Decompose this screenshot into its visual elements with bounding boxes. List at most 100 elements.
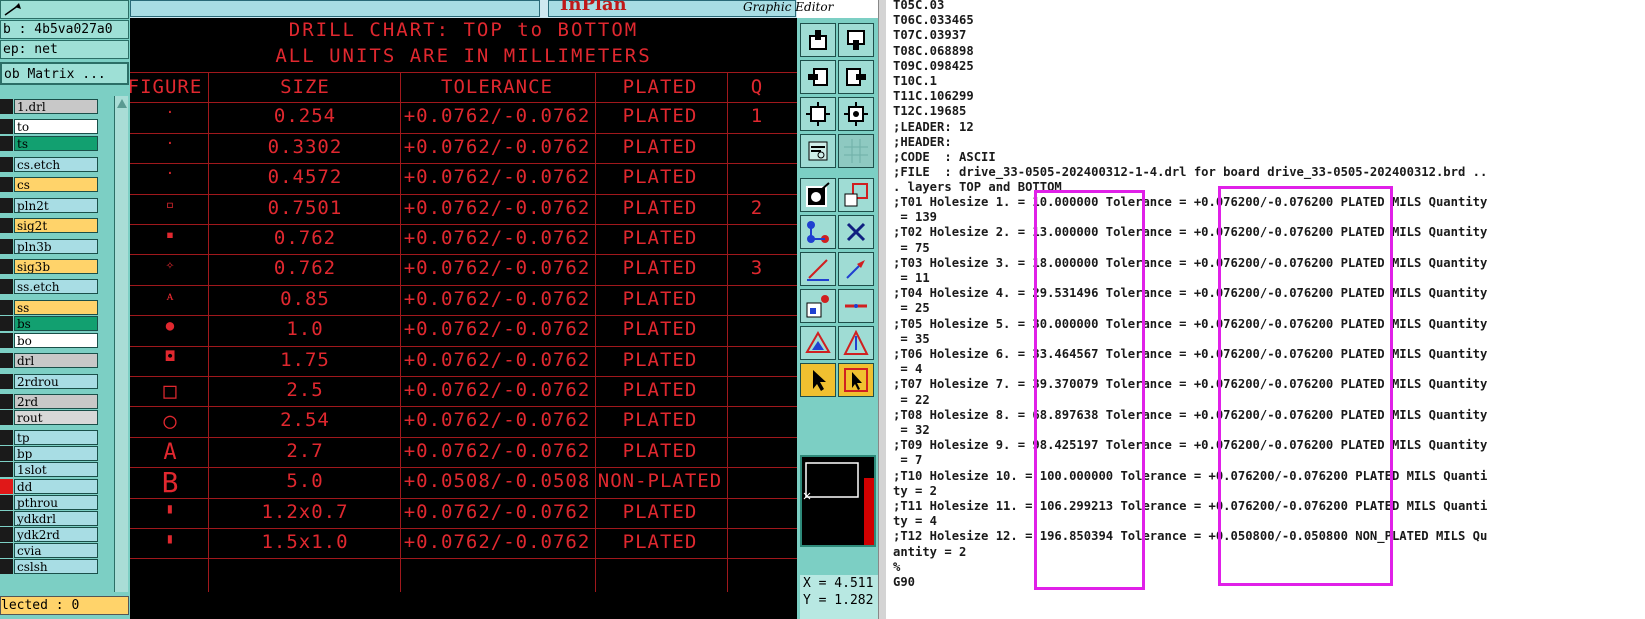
layer-item[interactable]: bo xyxy=(14,333,98,348)
drill-figure-symbol: · xyxy=(165,166,175,182)
drill-tol-cell: +0.0762/-0.0762 xyxy=(403,409,591,431)
layer-swatch[interactable] xyxy=(0,279,13,294)
text-line: T07C.03937 xyxy=(893,28,967,43)
draw-line-icon[interactable] xyxy=(800,252,836,286)
add-surface-icon[interactable] xyxy=(800,289,836,323)
scroll-up-icon[interactable] xyxy=(116,98,128,110)
layer-swatch[interactable] xyxy=(0,239,13,254)
layer-swatch[interactable] xyxy=(0,410,13,425)
layer-item[interactable]: pln2t xyxy=(14,198,98,213)
layer-item[interactable]: ss.etch xyxy=(14,279,98,294)
layer-item[interactable]: pln3b xyxy=(14,239,98,254)
text-line: T08C.068898 xyxy=(893,43,974,58)
layer-item[interactable]: 1.drl xyxy=(14,99,98,114)
triangle-tool-icon[interactable] xyxy=(800,326,836,360)
layer-swatch[interactable] xyxy=(0,136,13,151)
layer-swatch[interactable] xyxy=(0,479,13,494)
drill-size-cell: 0.85 xyxy=(280,288,330,310)
pointer-tool-icon[interactable] xyxy=(800,363,836,397)
layer-swatch[interactable] xyxy=(0,543,13,558)
layer-swatch[interactable] xyxy=(0,430,13,445)
horizontal-line-icon[interactable] xyxy=(838,289,874,323)
drill-figure-symbol: ◘ xyxy=(165,349,175,365)
layer-item[interactable]: cslsh xyxy=(14,559,98,574)
layer-list: 1.drl to ts cs.etch cs pln2t sig2t pln3b sig3b ss… xyxy=(0,96,130,592)
layer-item[interactable]: bp xyxy=(14,446,98,461)
layer-list-scrollbar[interactable] xyxy=(114,96,128,592)
layer-swatch[interactable] xyxy=(0,99,13,114)
layer-swatch[interactable] xyxy=(0,527,13,542)
measure-tools-icon[interactable] xyxy=(800,134,836,168)
layer-swatch[interactable] xyxy=(0,511,13,526)
layer-item[interactable]: sig2t xyxy=(14,218,98,233)
layer-swatch[interactable] xyxy=(0,374,13,389)
zoom-fit-icon[interactable] xyxy=(800,97,836,131)
layer-swatch[interactable] xyxy=(0,495,13,510)
top-tab-left[interactable] xyxy=(130,0,540,17)
cursor-coordinates: X = 4.511 Y = 1.282 xyxy=(800,575,878,619)
job-matrix-button[interactable]: ob Matrix ... xyxy=(0,62,129,85)
layer-item[interactable]: cvia xyxy=(14,543,98,558)
layer-swatch[interactable] xyxy=(0,259,13,274)
chart-row-line xyxy=(130,285,797,286)
layer-swatch[interactable] xyxy=(0,198,13,213)
layer-swatch[interactable] xyxy=(0,394,13,409)
layer-item[interactable]: 2rdrou xyxy=(14,374,98,389)
drill-chart-title: DRILL CHART: TOP to BOTTOM xyxy=(288,19,639,41)
layer-swatch[interactable] xyxy=(0,462,13,477)
drill-plated-cell: PLATED xyxy=(622,440,698,462)
layer-item[interactable]: ydkdrl xyxy=(14,511,98,526)
layer-swatch[interactable] xyxy=(0,300,13,315)
drill-plated-cell: PLATED xyxy=(622,257,698,279)
layer-item[interactable]: rout xyxy=(14,410,98,425)
layer-swatch[interactable] xyxy=(0,218,13,233)
layer-item[interactable]: tp xyxy=(14,430,98,445)
text-line: antity = 2 xyxy=(893,544,967,559)
layer-item[interactable]: ss xyxy=(14,300,98,315)
layer-swatch[interactable] xyxy=(0,333,13,348)
layer-swatch[interactable] xyxy=(0,316,13,331)
layer-item[interactable]: dd xyxy=(14,479,98,494)
layer-item[interactable]: ydk2rd xyxy=(14,527,98,542)
drill-figure-symbol: B xyxy=(161,466,179,499)
drill-plated-cell: PLATED xyxy=(622,166,698,188)
layer-item[interactable]: sig3b xyxy=(14,259,98,274)
layer-item[interactable]: cs.etch xyxy=(14,157,98,172)
drill-plated-cell: PLATED xyxy=(622,105,698,127)
zoom-center-icon[interactable] xyxy=(838,97,874,131)
drill-tol-cell: +0.0762/-0.0762 xyxy=(403,349,591,371)
layer-swatch[interactable] xyxy=(0,446,13,461)
layer-item[interactable]: bs xyxy=(14,316,98,331)
layer-item[interactable]: cs xyxy=(14,177,98,192)
draw-arrow-icon[interactable] xyxy=(838,252,874,286)
text-line: ;T09 Holesize 9. = 98.425197 Tolerance =… xyxy=(893,438,1488,453)
layer-item[interactable]: 2rd xyxy=(14,394,98,409)
select-feature-icon[interactable] xyxy=(800,178,836,212)
move-right-icon[interactable] xyxy=(838,60,874,94)
overview-minimap[interactable] xyxy=(800,455,876,547)
connect-nodes-icon[interactable] xyxy=(800,215,836,249)
move-left-icon[interactable] xyxy=(800,60,836,94)
chart-row-line xyxy=(130,102,797,103)
text-line: = 35 xyxy=(893,331,930,346)
layer-item[interactable]: drl xyxy=(14,353,98,368)
layer-item[interactable]: 1slot xyxy=(14,462,98,477)
layer-item[interactable]: pthrou xyxy=(14,495,98,510)
drill-size-cell: 0.254 xyxy=(273,105,337,127)
layer-swatch[interactable] xyxy=(0,353,13,368)
layer-swatch[interactable] xyxy=(0,559,13,574)
layer-item[interactable]: ts xyxy=(14,136,98,151)
move-up-icon[interactable] xyxy=(800,23,836,57)
layer-item[interactable]: to xyxy=(14,119,98,134)
layer-swatch[interactable] xyxy=(0,177,13,192)
text-line: = 32 xyxy=(893,423,930,437)
peak-tool-icon[interactable] xyxy=(838,326,874,360)
delete-node-icon[interactable] xyxy=(838,215,874,249)
layer-swatch[interactable] xyxy=(0,119,13,134)
add-pad-icon[interactable] xyxy=(838,178,874,212)
pointer-select-icon[interactable] xyxy=(838,363,874,397)
drill-figure-symbol: ▮ xyxy=(165,501,175,517)
move-down-icon[interactable] xyxy=(838,23,874,57)
layer-swatch[interactable] xyxy=(0,157,13,172)
grid-icon[interactable] xyxy=(838,134,874,168)
